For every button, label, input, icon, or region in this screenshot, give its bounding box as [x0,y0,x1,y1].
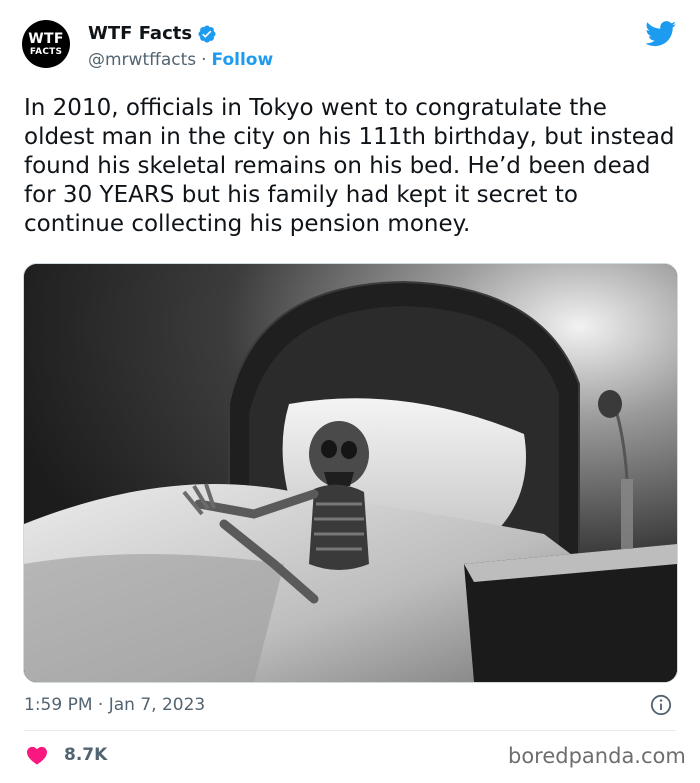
skeleton-in-bed-photo [24,264,677,682]
boredpanda-watermark: boredpanda.com [508,744,686,768]
separator-dot: · [201,50,207,70]
handle-row: @mrwtffacts · Follow [88,50,273,70]
avatar-line1: WTF [28,30,64,47]
verified-badge-icon [198,24,216,43]
twitter-bird-icon[interactable] [645,21,677,47]
like-action[interactable]: 8.7K [26,745,107,765]
display-name[interactable]: WTF Facts [88,23,192,44]
like-count: 8.7K [64,745,108,765]
heart-icon[interactable] [26,745,48,765]
avatar-line2: FACTS [29,46,63,57]
footer-divider [24,730,676,731]
info-icon[interactable] [650,694,672,716]
tweet-media-photo[interactable] [23,263,678,683]
tweet-text: In 2010, officials in Tokyo went to cong… [24,95,675,237]
tweet-card: WTF FACTS WTF Facts @mrwtffacts · Follow… [0,0,700,783]
avatar[interactable]: WTF FACTS [22,20,70,68]
author-name-row: WTF Facts [88,23,217,44]
handle[interactable]: @mrwtffacts [88,50,196,70]
tweet-timestamp[interactable]: 1:59 PM · Jan 7, 2023 [24,695,205,715]
follow-button[interactable]: Follow [212,50,274,70]
